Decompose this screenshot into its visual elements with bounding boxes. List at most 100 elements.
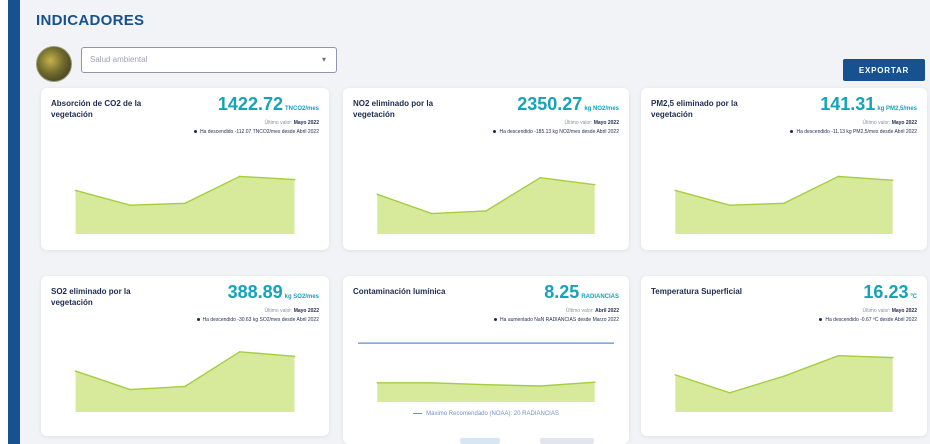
data-point	[783, 375, 785, 377]
card-last-value: Abril 2022	[595, 308, 619, 314]
data-point	[238, 351, 241, 353]
data-point	[376, 382, 379, 384]
page-title: INDICADORES	[36, 12, 145, 29]
trend-bullet-icon	[790, 130, 794, 134]
card-value-number: 388.89	[227, 282, 283, 302]
data-point	[837, 354, 840, 357]
area-series	[75, 176, 295, 234]
card-last-update: Último valor: Mayo 2022	[565, 120, 619, 126]
area-chart	[674, 354, 894, 412]
card-trend-text: Ha descendido -0.67 ºC desde Abril 2022	[825, 317, 917, 323]
card-last-value: Mayo 2022	[891, 120, 917, 126]
card-trend: Ha descendido -11.13 kg PM2,5/mes desde …	[790, 129, 917, 135]
card-last-label: Último valor:	[862, 308, 891, 314]
area-chart	[74, 351, 296, 412]
area-chart	[74, 175, 296, 234]
card-value: 2350.27 kg NO2/mes	[517, 94, 619, 115]
trend-bullet-icon	[819, 318, 823, 322]
background-decoration	[540, 438, 594, 444]
card-trend: Ha descendido -112.07 TNCO2/mes desde Ab…	[193, 129, 319, 135]
indicator-card-surface-temp: Temperatura Superficial 16.23 ºC Último v…	[641, 276, 927, 436]
card-last-label: Último valor:	[862, 120, 891, 126]
card-last-label: Último valor:	[264, 308, 293, 314]
area-chart	[358, 342, 614, 402]
card-trend-text: Ha descendido -11.13 kg PM2,5/mes desde …	[796, 129, 917, 135]
area-series	[675, 355, 893, 412]
indicator-card-pm25: PM2,5 eliminado por la vegetación 141.31…	[641, 88, 927, 250]
card-value: 141.31 kg PM2,5/mes	[820, 94, 917, 115]
trend-bullet-icon	[493, 130, 497, 134]
data-point	[728, 204, 731, 206]
card-last-value: Mayo 2022	[593, 120, 619, 126]
chart-legend-label: Máximo Recomendado (NOAA): 20 RADIANCIAS	[426, 411, 559, 417]
trend-bullet-icon	[196, 318, 200, 322]
card-last-update: Último valor: Mayo 2022	[863, 120, 917, 126]
card-value-unit: kg PM2,5/mes	[877, 106, 917, 112]
indicator-card-no2: NO2 eliminado por la vegetación 2350.27 k…	[343, 88, 629, 250]
app-sidebar	[0, 0, 20, 444]
data-point	[129, 204, 132, 206]
card-value: 388.89 kg SO2/mes	[228, 282, 319, 303]
data-point	[593, 381, 596, 383]
card-title: Temperatura Superficial	[651, 287, 742, 296]
category-select-placeholder: Salud ambiental	[90, 55, 148, 64]
card-trend-text: Ha descendido -30.63 kg SO2/mes desde Ab…	[202, 317, 319, 323]
card-trend-text: Ha aumentado NaN RADIANCIAS desde Marzo …	[500, 317, 619, 323]
data-point	[539, 176, 542, 179]
data-point	[293, 178, 296, 181]
chevron-down-icon: ▾	[321, 55, 326, 64]
area-chart	[674, 175, 894, 234]
trend-bullet-icon	[494, 318, 498, 322]
card-trend: Ha descendido -0.67 ºC desde Abril 2022	[819, 317, 917, 323]
card-last-update: Último valor: Mayo 2022	[265, 308, 319, 314]
card-trend-text: Ha descendido -112.07 TNCO2/mes desde Ab…	[199, 129, 319, 135]
data-point	[674, 189, 677, 192]
indicator-card-light-pollution: Contaminación lumínica 8.25 RADIANCIAS Úl…	[343, 276, 629, 444]
reference-line-icon	[413, 412, 423, 414]
card-last-update: Último valor: Mayo 2022	[863, 308, 917, 314]
card-value-number: 16.23	[863, 282, 909, 302]
data-point	[293, 355, 296, 358]
card-value-unit: ºC	[910, 294, 917, 300]
data-point	[485, 383, 487, 386]
card-last-value: Mayo 2022	[293, 120, 319, 126]
card-title: PM2,5 eliminado por la vegetación	[651, 99, 738, 119]
card-value-number: 2350.27	[517, 94, 583, 114]
export-csv-button[interactable]: EXPORTAR CSV	[843, 59, 925, 97]
card-value: 16.23 ºC	[863, 282, 917, 303]
data-point	[238, 175, 241, 178]
card-value-unit: kg SO2/mes	[284, 294, 319, 300]
data-point	[184, 385, 186, 388]
card-title: NO2 eliminado por la vegetación	[353, 99, 434, 119]
card-last-label: Último valor:	[264, 120, 293, 126]
data-point	[837, 175, 840, 178]
chart-legend: Máximo Recomendado (NOAA): 20 RADIANCIAS	[343, 411, 629, 417]
indicator-card-so2: SO2 eliminado por la vegetación 388.89 kg…	[41, 276, 329, 436]
card-trend: Ha aumentado NaN RADIANCIAS desde Marzo …	[494, 317, 619, 323]
data-point	[430, 382, 433, 384]
data-point	[485, 210, 487, 212]
data-point	[539, 385, 542, 387]
area-chart	[376, 176, 596, 234]
card-title: Contaminación lumínica	[353, 287, 446, 296]
data-point	[430, 212, 433, 215]
area-series	[675, 176, 893, 234]
avatar[interactable]	[36, 46, 72, 82]
card-trend: Ha descendido -30.63 kg SO2/mes desde Ab…	[196, 317, 319, 323]
data-point	[593, 183, 596, 186]
card-last-update: Último valor: Mayo 2022	[265, 120, 319, 126]
card-value-unit: kg NO2/mes	[584, 106, 619, 112]
category-select[interactable]: Salud ambiental ▾	[81, 47, 337, 73]
data-point	[891, 179, 894, 182]
card-last-label: Último valor:	[564, 120, 593, 126]
trend-bullet-icon	[193, 130, 197, 134]
data-point	[74, 370, 77, 372]
data-point	[184, 202, 186, 205]
indicator-card-co2: Absorción de CO2 de la vegetación 1422.7…	[41, 88, 329, 250]
card-title: SO2 eliminado por la vegetación	[51, 287, 131, 307]
card-value-number: 141.31	[820, 94, 876, 114]
data-point	[74, 189, 77, 192]
data-point	[376, 193, 379, 196]
card-title: Absorción de CO2 de la vegetación	[51, 99, 142, 119]
card-trend: Ha descendido -185.13 kg NO2/mes desde A…	[493, 129, 619, 135]
